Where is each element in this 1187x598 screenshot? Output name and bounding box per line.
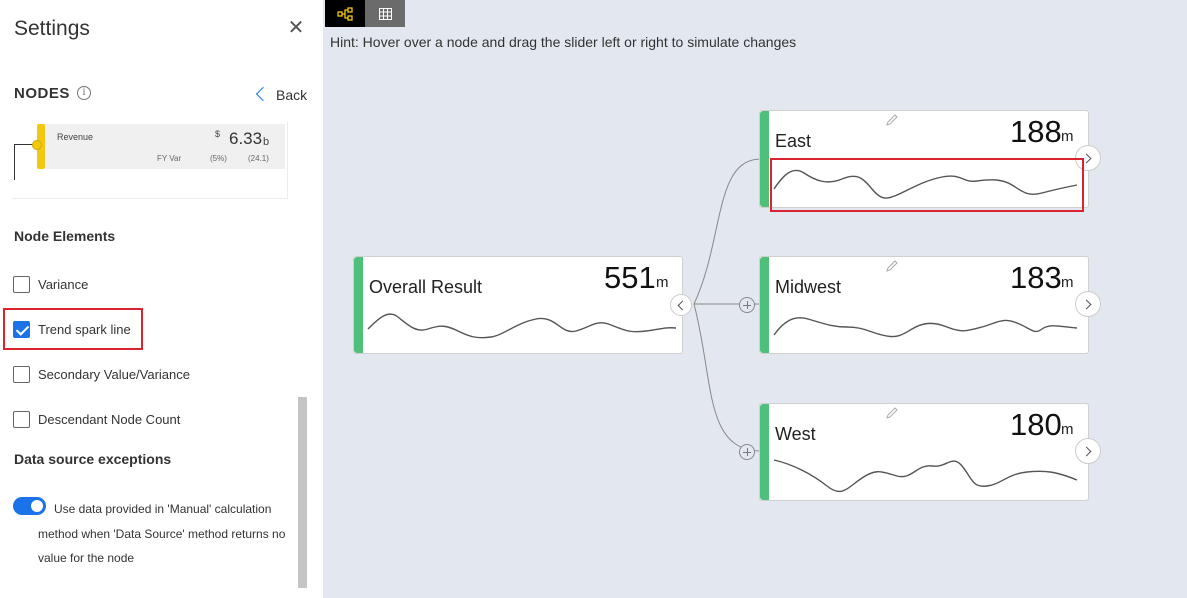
edit-pencil-icon[interactable] [885,406,899,420]
node-elements-heading: Node Elements [14,228,116,244]
node-unit: m [1061,128,1074,145]
checkbox-label: Variance [38,276,89,292]
panel-title: Settings [14,17,90,40]
trend-spark-line [773,459,1078,493]
node-status-bar [760,404,769,500]
chevron-left-icon [255,86,271,102]
close-icon[interactable]: ✕ [286,18,306,38]
preview-fy-var-diff: (24.1) [248,154,269,163]
node-value: 188 [1010,114,1062,149]
node-value: 183 [1010,260,1062,295]
expand-node-button[interactable] [1075,291,1101,317]
checkbox-descendant-count[interactable]: Descendant Node Count [13,410,180,428]
edit-pencil-icon[interactable] [885,259,899,273]
preview-value: 6.33 [229,129,263,148]
trend-spark-line [367,313,676,339]
node-status-bar [354,257,363,353]
exceptions-heading: Data source exceptions [14,451,172,467]
spark-line-highlight [770,158,1084,212]
chevron-right-icon [1081,446,1092,456]
info-icon[interactable]: i [77,86,91,100]
preview-unit: b [263,136,270,148]
node-unit: m [656,274,669,291]
node-unit: m [1061,274,1074,291]
node-name: East [775,131,812,151]
settings-panel: Settings ✕ NODES i Back Revenue $ 6.33 b… [0,0,324,598]
add-node-button[interactable] [739,444,755,460]
chevron-left-icon [677,300,688,310]
collapse-node-button[interactable] [670,294,692,316]
trend-spark-line [773,317,1078,338]
preview-fy-var-pct: (5%) [210,154,227,163]
checkbox-label: Secondary Value/Variance [38,366,191,382]
node-midwest[interactable]: Midwest 183 m [759,256,1101,354]
preview-connector [14,144,15,180]
expand-node-button[interactable] [1075,438,1101,464]
preview-node-body: Revenue $ 6.33 b FY Var (5%) (24.1) [45,124,285,169]
node-value: 551 [604,260,656,295]
checkbox-secondary-value[interactable]: Secondary Value/Variance [13,365,190,383]
preview-currency: $ [215,129,221,139]
preview-node-name: Revenue [57,132,94,142]
checkbox[interactable] [13,275,30,293]
checkbox-variance[interactable]: Variance [13,275,88,293]
node-name: Midwest [775,277,842,297]
node-unit: m [1061,421,1074,438]
add-node-button[interactable] [739,297,755,313]
tree-canvas: Hint: Hover over a node and drag the sli… [324,0,1187,598]
nodes-heading: NODES [14,85,70,102]
node-name: Overall Result [369,277,483,297]
checkbox[interactable] [13,410,30,428]
node-west[interactable]: West 180 m [759,403,1101,501]
node-status-bar [760,257,769,353]
back-label: Back [276,87,308,103]
node-status-bar [760,111,769,207]
highlight-box [3,308,143,350]
preview-fy-var-label: FY Var [157,154,182,163]
toggle-description: Use data provided in 'Manual' calculatio… [38,502,286,565]
scrollbar-thumb[interactable] [298,397,307,588]
node-preview: Revenue $ 6.33 b FY Var (5%) (24.1) [12,122,288,199]
checkbox[interactable] [13,365,30,383]
back-button[interactable]: Back [255,86,308,103]
preview-node-handle [32,140,42,150]
chevron-right-icon [1081,299,1092,309]
node-overall-result[interactable]: Overall Result 551 m [353,256,692,354]
edit-pencil-icon[interactable] [885,113,899,127]
node-value: 180 [1010,407,1062,442]
node-name: West [775,424,816,444]
checkbox-label: Descendant Node Count [38,411,181,427]
